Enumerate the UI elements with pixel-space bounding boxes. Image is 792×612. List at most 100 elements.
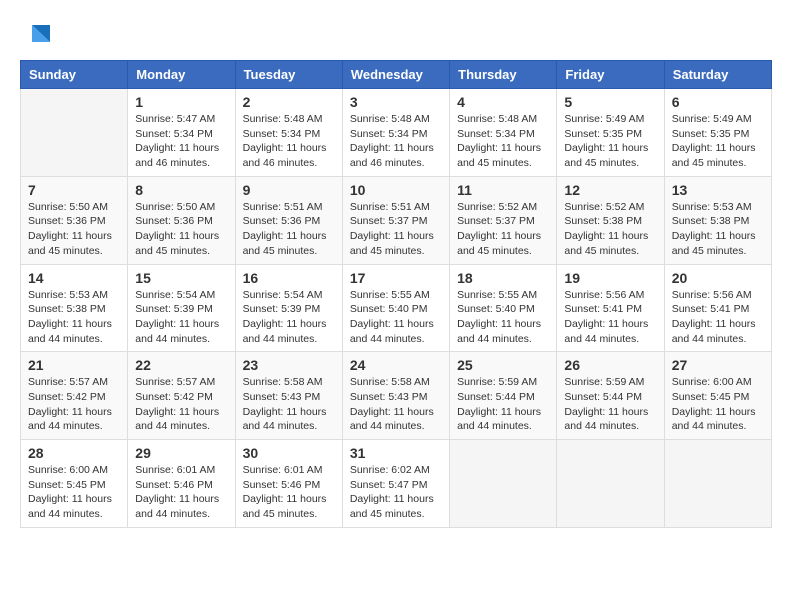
calendar-cell xyxy=(557,440,664,528)
day-info: Sunrise: 5:50 AMSunset: 5:36 PMDaylight:… xyxy=(28,200,120,259)
day-info: Sunrise: 5:58 AMSunset: 5:43 PMDaylight:… xyxy=(350,375,442,434)
calendar-cell: 20Sunrise: 5:56 AMSunset: 5:41 PMDayligh… xyxy=(664,264,771,352)
calendar-cell: 3 Sunrise: 5:48 AMSunset: 5:34 PMDaylight… xyxy=(342,89,449,177)
day-number: 27 xyxy=(672,357,764,373)
calendar-cell xyxy=(450,440,557,528)
calendar-cell: 6 Sunrise: 5:49 AMSunset: 5:35 PMDaylight… xyxy=(664,89,771,177)
calendar-cell: 8 Sunrise: 5:50 AMSunset: 5:36 PMDaylight… xyxy=(128,176,235,264)
day-info: Sunrise: 5:51 AMSunset: 5:36 PMDaylight:… xyxy=(243,200,335,259)
day-info: Sunrise: 5:57 AMSunset: 5:42 PMDaylight:… xyxy=(28,375,120,434)
day-number: 10 xyxy=(350,182,442,198)
day-number: 22 xyxy=(135,357,227,373)
calendar-cell: 9 Sunrise: 5:51 AMSunset: 5:36 PMDaylight… xyxy=(235,176,342,264)
weekday-header-saturday: Saturday xyxy=(664,61,771,89)
calendar-cell xyxy=(21,89,128,177)
day-number: 3 xyxy=(350,94,442,110)
calendar-week-4: 21 Sunrise: 5:57 AMSunset: 5:42 PMDayligh… xyxy=(21,352,772,440)
calendar-cell: 26 Sunrise: 5:59 AMSunset: 5:44 PMDayligh… xyxy=(557,352,664,440)
calendar-week-1: 1 Sunrise: 5:47 AMSunset: 5:34 PMDaylight… xyxy=(21,89,772,177)
calendar-cell: 11 Sunrise: 5:52 AMSunset: 5:37 PMDayligh… xyxy=(450,176,557,264)
day-number: 29 xyxy=(135,445,227,461)
calendar-cell: 10 Sunrise: 5:51 AMSunset: 5:37 PMDayligh… xyxy=(342,176,449,264)
calendar-cell: 16 Sunrise: 5:54 AMSunset: 5:39 PMDayligh… xyxy=(235,264,342,352)
day-info: Sunrise: 6:01 AMSunset: 5:46 PMDaylight:… xyxy=(135,463,227,522)
calendar-cell: 18 Sunrise: 5:55 AMSunset: 5:40 PMDayligh… xyxy=(450,264,557,352)
calendar-cell: 17Sunrise: 5:55 AMSunset: 5:40 PMDayligh… xyxy=(342,264,449,352)
day-info: Sunrise: 5:53 AMSunset: 5:38 PMDaylight:… xyxy=(28,288,120,347)
page-header xyxy=(20,20,772,50)
day-info: Sunrise: 5:52 AMSunset: 5:37 PMDaylight:… xyxy=(457,200,549,259)
day-info: Sunrise: 5:51 AMSunset: 5:37 PMDaylight:… xyxy=(350,200,442,259)
calendar-week-5: 28Sunrise: 6:00 AMSunset: 5:45 PMDayligh… xyxy=(21,440,772,528)
day-number: 31 xyxy=(350,445,442,461)
calendar-cell: 22 Sunrise: 5:57 AMSunset: 5:42 PMDayligh… xyxy=(128,352,235,440)
day-info: Sunrise: 5:58 AMSunset: 5:43 PMDaylight:… xyxy=(243,375,335,434)
day-number: 19 xyxy=(564,270,656,286)
calendar-week-2: 7 Sunrise: 5:50 AMSunset: 5:36 PMDaylight… xyxy=(21,176,772,264)
calendar-cell: 13 Sunrise: 5:53 AMSunset: 5:38 PMDayligh… xyxy=(664,176,771,264)
calendar-cell: 25 Sunrise: 5:59 AMSunset: 5:44 PMDayligh… xyxy=(450,352,557,440)
calendar-cell: 29 Sunrise: 6:01 AMSunset: 5:46 PMDayligh… xyxy=(128,440,235,528)
day-number: 30 xyxy=(243,445,335,461)
day-info: Sunrise: 5:48 AMSunset: 5:34 PMDaylight:… xyxy=(243,112,335,171)
weekday-header-tuesday: Tuesday xyxy=(235,61,342,89)
weekday-header-row: SundayMondayTuesdayWednesdayThursdayFrid… xyxy=(21,61,772,89)
day-info: Sunrise: 5:56 AMSunset: 5:41 PMDaylight:… xyxy=(564,288,656,347)
calendar-cell: 4Sunrise: 5:48 AMSunset: 5:34 PMDaylight… xyxy=(450,89,557,177)
calendar-cell: 28Sunrise: 6:00 AMSunset: 5:45 PMDayligh… xyxy=(21,440,128,528)
calendar-cell: 24 Sunrise: 5:58 AMSunset: 5:43 PMDayligh… xyxy=(342,352,449,440)
day-info: Sunrise: 6:02 AMSunset: 5:47 PMDaylight:… xyxy=(350,463,442,522)
day-info: Sunrise: 5:49 AMSunset: 5:35 PMDaylight:… xyxy=(564,112,656,171)
day-info: Sunrise: 5:49 AMSunset: 5:35 PMDaylight:… xyxy=(672,112,764,171)
day-number: 14 xyxy=(28,270,120,286)
calendar-week-3: 14 Sunrise: 5:53 AMSunset: 5:38 PMDayligh… xyxy=(21,264,772,352)
day-number: 8 xyxy=(135,182,227,198)
calendar-cell: 30 Sunrise: 6:01 AMSunset: 5:46 PMDayligh… xyxy=(235,440,342,528)
logo-icon xyxy=(22,20,52,50)
calendar-cell: 2 Sunrise: 5:48 AMSunset: 5:34 PMDaylight… xyxy=(235,89,342,177)
calendar-cell: 7 Sunrise: 5:50 AMSunset: 5:36 PMDaylight… xyxy=(21,176,128,264)
calendar-cell: 23 Sunrise: 5:58 AMSunset: 5:43 PMDayligh… xyxy=(235,352,342,440)
day-info: Sunrise: 5:59 AMSunset: 5:44 PMDaylight:… xyxy=(564,375,656,434)
calendar-cell: 27 Sunrise: 6:00 AMSunset: 5:45 PMDayligh… xyxy=(664,352,771,440)
day-info: Sunrise: 6:00 AMSunset: 5:45 PMDaylight:… xyxy=(28,463,120,522)
day-number: 1 xyxy=(135,94,227,110)
day-number: 5 xyxy=(564,94,656,110)
day-info: Sunrise: 5:54 AMSunset: 5:39 PMDaylight:… xyxy=(243,288,335,347)
day-info: Sunrise: 5:48 AMSunset: 5:34 PMDaylight:… xyxy=(350,112,442,171)
day-info: Sunrise: 5:59 AMSunset: 5:44 PMDaylight:… xyxy=(457,375,549,434)
calendar-cell: 14 Sunrise: 5:53 AMSunset: 5:38 PMDayligh… xyxy=(21,264,128,352)
day-info: Sunrise: 5:47 AMSunset: 5:34 PMDaylight:… xyxy=(135,112,227,171)
day-number: 18 xyxy=(457,270,549,286)
day-info: Sunrise: 5:57 AMSunset: 5:42 PMDaylight:… xyxy=(135,375,227,434)
day-number: 24 xyxy=(350,357,442,373)
day-info: Sunrise: 5:50 AMSunset: 5:36 PMDaylight:… xyxy=(135,200,227,259)
day-number: 15 xyxy=(135,270,227,286)
day-number: 16 xyxy=(243,270,335,286)
weekday-header-sunday: Sunday xyxy=(21,61,128,89)
weekday-header-wednesday: Wednesday xyxy=(342,61,449,89)
day-info: Sunrise: 6:01 AMSunset: 5:46 PMDaylight:… xyxy=(243,463,335,522)
day-info: Sunrise: 5:55 AMSunset: 5:40 PMDaylight:… xyxy=(457,288,549,347)
day-number: 4 xyxy=(457,94,549,110)
day-number: 21 xyxy=(28,357,120,373)
weekday-header-thursday: Thursday xyxy=(450,61,557,89)
day-number: 9 xyxy=(243,182,335,198)
day-number: 23 xyxy=(243,357,335,373)
day-info: Sunrise: 5:53 AMSunset: 5:38 PMDaylight:… xyxy=(672,200,764,259)
calendar-cell xyxy=(664,440,771,528)
calendar-cell: 12Sunrise: 5:52 AMSunset: 5:38 PMDayligh… xyxy=(557,176,664,264)
weekday-header-friday: Friday xyxy=(557,61,664,89)
day-number: 25 xyxy=(457,357,549,373)
day-number: 13 xyxy=(672,182,764,198)
calendar-cell: 19 Sunrise: 5:56 AMSunset: 5:41 PMDayligh… xyxy=(557,264,664,352)
day-number: 2 xyxy=(243,94,335,110)
day-number: 6 xyxy=(672,94,764,110)
day-number: 11 xyxy=(457,182,549,198)
calendar-cell: 31 Sunrise: 6:02 AMSunset: 5:47 PMDayligh… xyxy=(342,440,449,528)
weekday-header-monday: Monday xyxy=(128,61,235,89)
logo xyxy=(20,20,52,50)
day-number: 26 xyxy=(564,357,656,373)
day-info: Sunrise: 6:00 AMSunset: 5:45 PMDaylight:… xyxy=(672,375,764,434)
day-number: 7 xyxy=(28,182,120,198)
